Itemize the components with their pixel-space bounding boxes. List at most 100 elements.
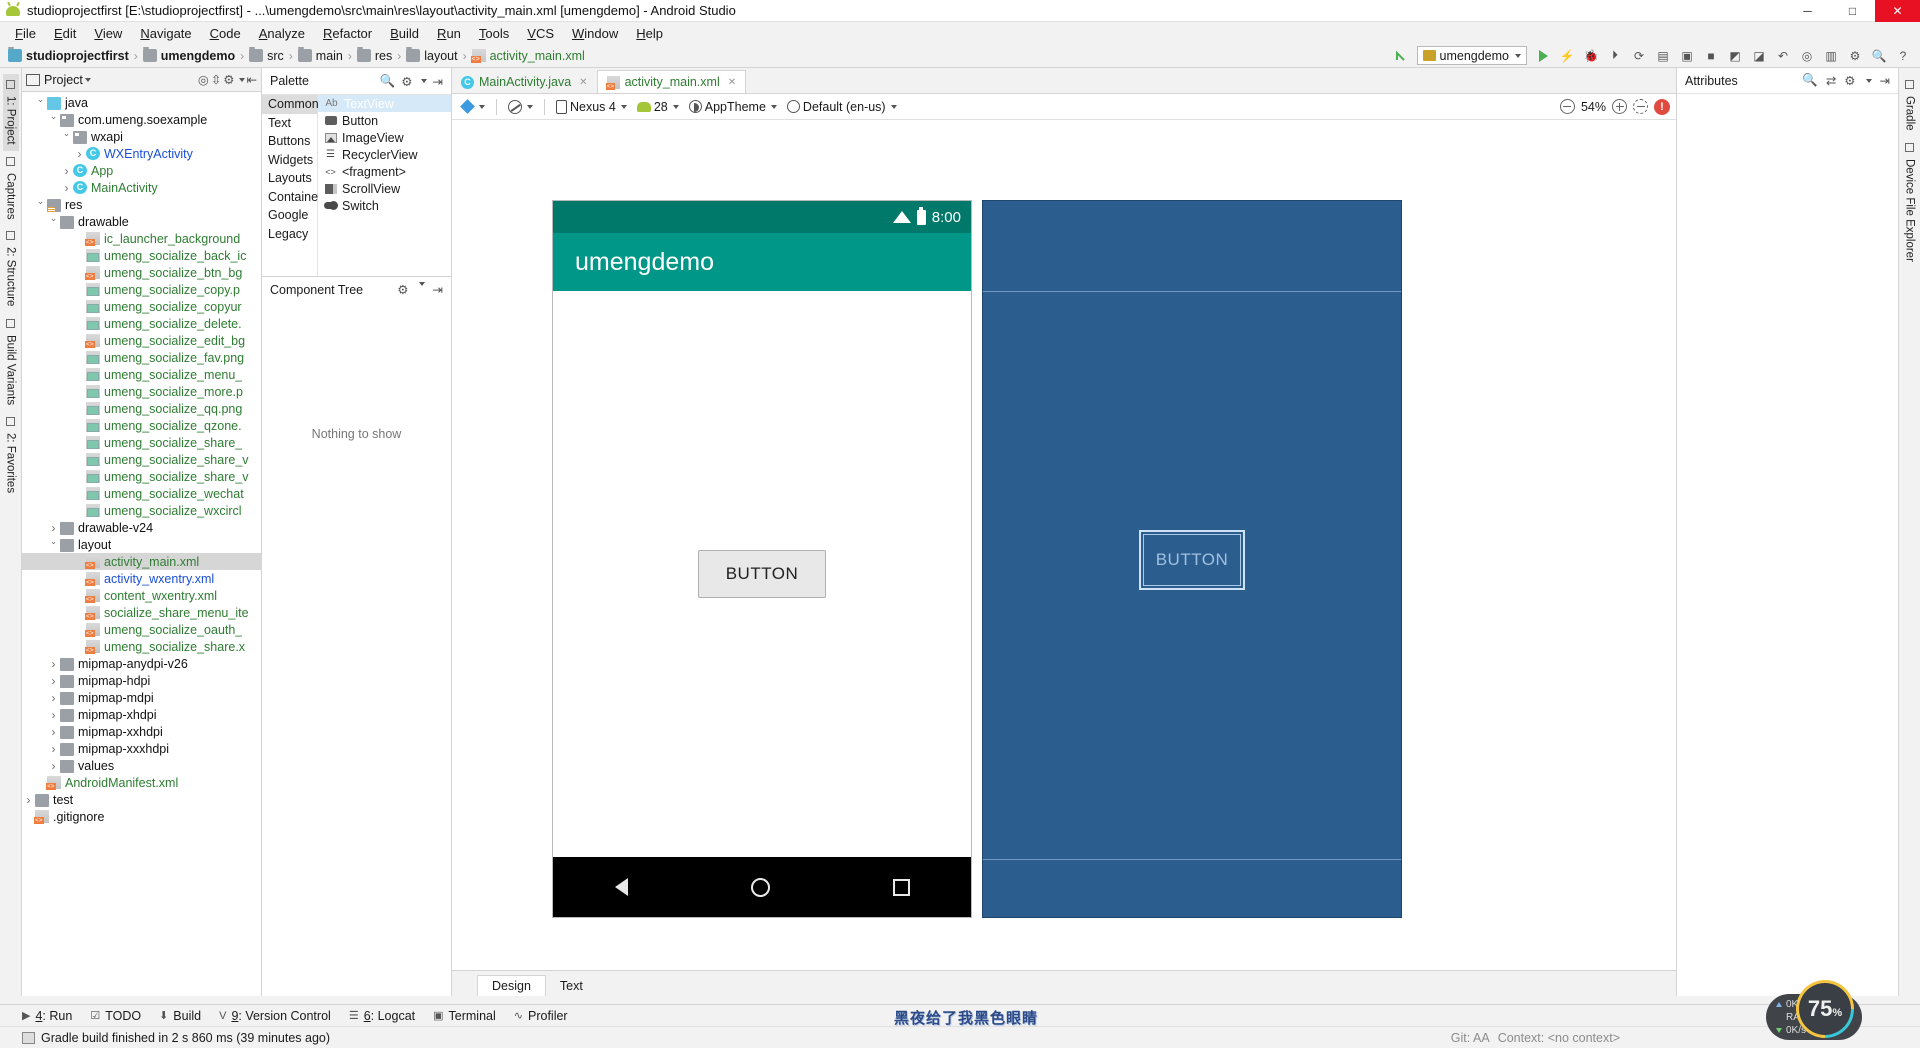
breadcrumb-item-studioprojectfirst[interactable]: studioprojectfirst <box>8 47 129 63</box>
chevron-down-icon[interactable] <box>238 77 245 82</box>
breadcrumb-item-activity-main-xml[interactable]: activity_main.xml <box>470 49 585 63</box>
close-button[interactable]: ✕ <box>1875 0 1920 22</box>
tree-node-wxapi[interactable]: wxapi <box>22 128 261 145</box>
run-configuration-selector[interactable]: umengdemo <box>1416 46 1527 65</box>
project-structure-icon[interactable]: ▥ <box>1820 46 1842 66</box>
palette-item-recyclerview[interactable]: ☰ RecyclerView <box>318 146 451 163</box>
api-selector[interactable]: 28 <box>634 99 682 115</box>
rail-tab-gradle[interactable]: Gradle <box>1902 74 1918 137</box>
design-canvas[interactable]: 8:00 umengdemo BUTTON BUTTON <box>452 120 1676 970</box>
collapse-all-icon[interactable]: ⇳ <box>211 72 221 87</box>
avd-manager-icon[interactable]: ▤ <box>1652 46 1674 66</box>
tree-node-wxentryactivity[interactable]: C WXEntryActivity <box>22 145 261 162</box>
palette-item--fragment-[interactable]: <> <fragment> <box>318 163 451 180</box>
hide-panel-icon[interactable]: ⇥ <box>1880 73 1890 88</box>
device-preview[interactable]: 8:00 umengdemo BUTTON <box>552 200 972 918</box>
menu-help[interactable]: Help <box>627 24 672 43</box>
chevron-down-icon[interactable] <box>418 282 425 286</box>
tree-node-umeng-socialize-qq-png[interactable]: umeng_socialize_qq.png <box>22 400 261 417</box>
toolwindow-profiler[interactable]: ∿ Profiler <box>514 1009 568 1023</box>
tree-node-drawable[interactable]: drawable <box>22 213 261 230</box>
tree-node-activity-wxentry-xml[interactable]: activity_wxentry.xml <box>22 570 261 587</box>
tree-node-umeng-socialize-oauth-[interactable]: umeng_socialize_oauth_ <box>22 621 261 638</box>
rail-tab-2-favorites[interactable]: 2: Favorites <box>3 411 19 499</box>
tree-node-androidmanifest-xml[interactable]: AndroidManifest.xml <box>22 774 261 791</box>
zoom-out-icon[interactable] <box>1559 99 1575 114</box>
profiler-icon[interactable]: ◪ <box>1748 46 1770 66</box>
menu-file[interactable]: File <box>6 24 45 43</box>
rail-tab-captures[interactable]: Captures <box>3 151 19 226</box>
apply-changes-icon[interactable]: ⚡ <box>1556 46 1578 66</box>
breadcrumb-item-src[interactable]: src <box>249 47 284 63</box>
minimize-button[interactable]: ─ <box>1785 0 1830 22</box>
breadcrumb-item-layout[interactable]: layout <box>406 47 458 63</box>
tree-node-ic-launcher-background[interactable]: ic_launcher_background <box>22 230 261 247</box>
palette-category-common[interactable]: Common <box>262 95 319 114</box>
tree-node-socialize-share-menu-ite[interactable]: socialize_share_menu_ite <box>22 604 261 621</box>
chevron-down-icon[interactable] <box>84 77 91 82</box>
issue-count-badge[interactable]: ! <box>1654 98 1670 115</box>
layout-inspector-icon[interactable]: ◩ <box>1724 46 1746 66</box>
undo-icon[interactable]: ↶ <box>1772 46 1794 66</box>
tree-node-umeng-socialize-back-ic[interactable]: umeng_socialize_back_ic <box>22 247 261 264</box>
palette-item-scrollview[interactable]: ScrollView <box>318 180 451 197</box>
tree-node-umeng-socialize-btn-bg[interactable]: umeng_socialize_btn_bg <box>22 264 261 281</box>
stop-icon[interactable]: ■ <box>1700 46 1722 66</box>
palette-categories[interactable]: Common Text Buttons Widgets Layouts Container… <box>262 95 328 276</box>
run-icon[interactable] <box>1532 46 1554 66</box>
blueprint-preview[interactable]: BUTTON <box>982 200 1402 918</box>
tree-node-activity-main-xml[interactable]: activity_main.xml <box>22 553 261 570</box>
chevron-down-icon[interactable] <box>47 539 60 550</box>
close-icon[interactable]: ✕ <box>728 77 736 88</box>
menu-navigate[interactable]: Navigate <box>131 24 200 43</box>
tree-node-umeng-socialize-edit-bg[interactable]: umeng_socialize_edit_bg <box>22 332 261 349</box>
editor-tab-activity-main-xml[interactable]: activity_main.xml ✕ <box>596 70 747 93</box>
chevron-down-icon[interactable] <box>420 79 427 83</box>
project-tree[interactable]: java com.umeng.soexample wxapi C WXEntryActi… <box>22 92 261 996</box>
tree-node-com-umeng-soexample[interactable]: com.umeng.soexample <box>22 111 261 128</box>
toolwindow-build[interactable]: ⬇ Build <box>159 1009 201 1023</box>
palette-category-google[interactable]: Google <box>262 206 317 225</box>
zoom-in-icon[interactable] <box>1612 99 1627 114</box>
tree-node-test[interactable]: test <box>22 791 261 808</box>
palette-item-textview[interactable]: Ab TextView <box>318 95 451 112</box>
tree-node-umeng-socialize-menu-[interactable]: umeng_socialize_menu_ <box>22 366 261 383</box>
editor-tab-mainactivity-java[interactable]: C MainActivity.java ✕ <box>452 71 597 93</box>
recents-nav-icon[interactable] <box>892 878 910 896</box>
chevron-right-icon[interactable] <box>47 742 60 756</box>
run-to-cursor-icon[interactable]: ⏵ <box>1604 46 1626 66</box>
locale-selector[interactable]: Default (en-us) <box>784 99 900 115</box>
palette-category-legacy[interactable]: Legacy <box>262 225 317 244</box>
tree-node-mipmap-xxxhdpi[interactable]: mipmap-xxxhdpi <box>22 740 261 757</box>
breadcrumb-item-umengdemo[interactable]: umengdemo <box>142 47 235 63</box>
search-icon[interactable]: 🔍 <box>380 74 396 89</box>
hide-panel-icon[interactable]: ⇥ <box>433 74 443 89</box>
rail-tab-build-variants[interactable]: Build Variants <box>3 313 19 411</box>
tree-node-umeng-socialize-copyur[interactable]: umeng_socialize_copyur <box>22 298 261 315</box>
tree-node-umeng-socialize-more-p[interactable]: umeng_socialize_more.p <box>22 383 261 400</box>
toolwindow-logcat[interactable]: ☰ 6: Logcat <box>349 1009 415 1023</box>
sdk-manager-icon[interactable]: ▣ <box>1676 46 1698 66</box>
tab-text[interactable]: Text <box>545 976 597 996</box>
hide-panel-icon[interactable]: ⇥ <box>433 282 443 297</box>
rail-tab-1-project[interactable]: 1: Project <box>2 74 19 151</box>
maximize-button[interactable]: □ <box>1830 0 1875 22</box>
chevron-right-icon[interactable] <box>47 691 60 705</box>
chevron-down-icon[interactable] <box>47 114 60 125</box>
palette-item-imageview[interactable]: ImageView <box>318 129 451 146</box>
zoom-fit-icon[interactable] <box>1633 99 1648 114</box>
search-icon[interactable]: 🔍 <box>1868 46 1890 66</box>
tree-node-mainactivity[interactable]: C MainActivity <box>22 179 261 196</box>
tree-node--gitignore[interactable]: .gitignore <box>22 808 261 825</box>
menu-window[interactable]: Window <box>563 24 627 43</box>
rail-tab-device-file-explorer[interactable]: Device File Explorer <box>1902 137 1918 268</box>
tree-node-mipmap-mdpi[interactable]: mipmap-mdpi <box>22 689 261 706</box>
breadcrumb-item-res[interactable]: res <box>356 47 392 63</box>
menu-run[interactable]: Run <box>428 24 470 43</box>
menu-analyze[interactable]: Analyze <box>250 24 314 43</box>
chevron-down-icon[interactable] <box>34 97 47 108</box>
tree-node-mipmap-xxhdpi[interactable]: mipmap-xxhdpi <box>22 723 261 740</box>
palette-item-button[interactable]: Button <box>318 112 451 129</box>
chevron-right-icon[interactable] <box>47 725 60 739</box>
menu-build[interactable]: Build <box>381 24 428 43</box>
